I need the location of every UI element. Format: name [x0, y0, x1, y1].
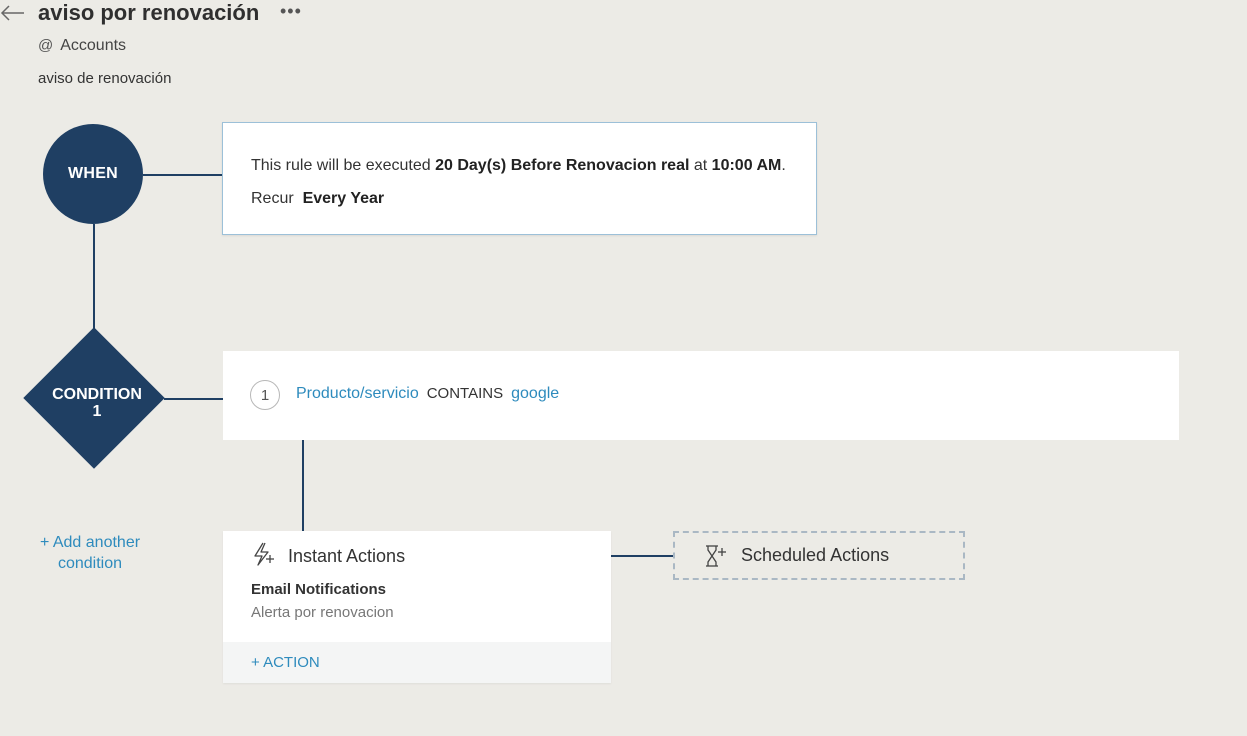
connector-when-card — [143, 174, 223, 176]
condition-criteria: Producto/servicio CONTAINS google — [296, 385, 559, 403]
criteria-number-badge: 1 — [250, 380, 280, 410]
condition-operator: CONTAINS — [426, 385, 504, 402]
recurrence-text: Recur Every Year — [251, 190, 385, 207]
trigger-offset: 20 Day(s) Before Renovacion real — [435, 157, 690, 174]
more-options-icon[interactable]: ••• — [280, 2, 302, 20]
connector-condition-actions — [302, 440, 304, 531]
rule-description: aviso de renovación — [38, 70, 172, 87]
scheduled-actions-button[interactable]: Scheduled Actions — [673, 531, 965, 580]
when-node-label: WHEN — [67, 165, 119, 182]
recurrence-value: Every Year — [302, 190, 385, 207]
rule-title: aviso por renovación — [38, 0, 260, 25]
add-action-button[interactable]: + ACTION — [251, 654, 320, 671]
condition-node[interactable]: CONDITION 1 — [23, 327, 165, 469]
connector-when-condition — [93, 224, 95, 330]
module-label: @ Accounts — [38, 36, 126, 56]
instant-actions-header: Instant Actions — [250, 541, 405, 572]
condition-node-label: CONDITION 1 — [52, 386, 142, 420]
scheduled-actions-title: Scheduled Actions — [741, 545, 890, 565]
instant-actions-title: Instant Actions — [288, 546, 406, 566]
email-notification-name[interactable]: Alerta por renovacion — [251, 604, 394, 621]
trigger-time: 10:00 AM — [711, 157, 782, 174]
condition-value[interactable]: google — [511, 385, 559, 402]
when-node[interactable]: WHEN — [43, 124, 143, 224]
when-card[interactable]: This rule will be executed 20 Day(s) Bef… — [222, 122, 817, 235]
module-name: Accounts — [60, 37, 127, 54]
execution-schedule-text: This rule will be executed 20 Day(s) Bef… — [251, 157, 786, 174]
hourglass-plus-icon — [703, 544, 727, 568]
condition-card[interactable]: 1 Producto/servicio CONTAINS google — [223, 351, 1179, 440]
instant-actions-card: Instant Actions Email Notifications Aler… — [223, 531, 611, 683]
instant-actions-footer: + ACTION — [223, 642, 611, 683]
condition-field[interactable]: Producto/servicio — [296, 385, 419, 402]
add-another-condition-link[interactable]: + Add another condition — [30, 532, 150, 574]
at-icon: @ — [38, 37, 54, 54]
connector-instant-scheduled — [611, 555, 673, 557]
instant-actions-icon — [250, 541, 276, 572]
back-arrow-icon[interactable] — [0, 2, 26, 22]
email-notifications-label: Email Notifications — [251, 581, 387, 598]
connector-condition-card — [164, 398, 223, 400]
